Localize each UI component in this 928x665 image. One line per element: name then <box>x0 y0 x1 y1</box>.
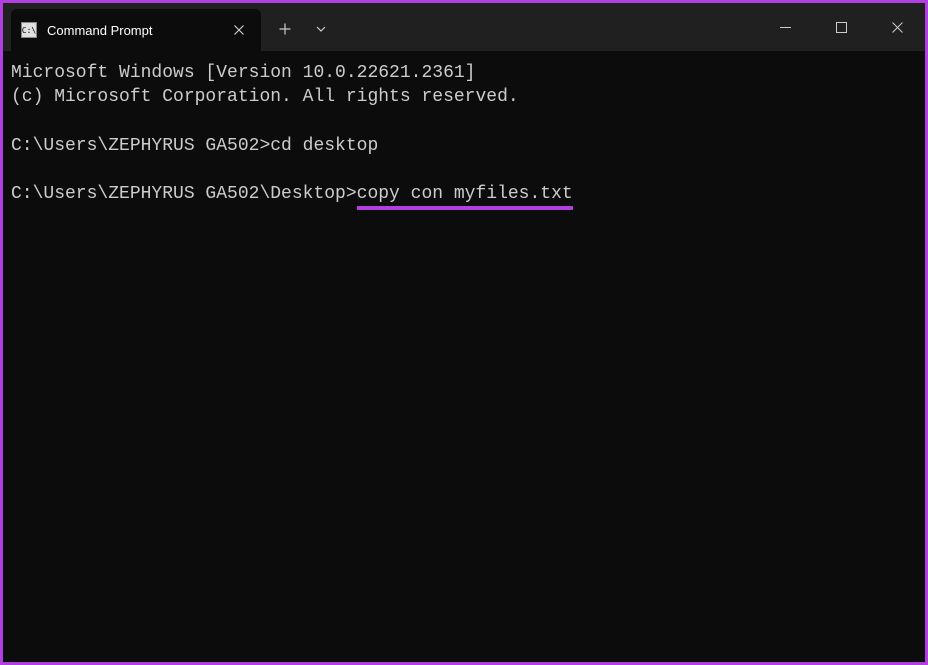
prompt-1: C:\Users\ZEPHYRUS GA502> <box>11 136 270 156</box>
cmd-icon: C:\ <box>21 22 37 38</box>
terminal-body[interactable]: Microsoft Windows [Version 10.0.22621.23… <box>3 51 925 662</box>
command-1: cd desktop <box>270 136 378 156</box>
new-tab-button[interactable] <box>267 11 303 47</box>
titlebar: C:\ Command Prompt <box>3 3 925 51</box>
tab-command-prompt[interactable]: C:\ Command Prompt <box>11 9 261 51</box>
titlebar-spacer <box>339 3 757 51</box>
close-icon <box>892 22 903 33</box>
prompt-2: C:\Users\ZEPHYRUS GA502\Desktop> <box>11 184 357 204</box>
chevron-down-icon <box>315 23 327 35</box>
maximize-button[interactable] <box>813 3 869 51</box>
header-line-1: Microsoft Windows [Version 10.0.22621.23… <box>11 63 475 83</box>
plus-icon <box>279 23 291 35</box>
minimize-icon <box>780 22 791 33</box>
tab-actions <box>267 7 339 51</box>
close-window-button[interactable] <box>869 3 925 51</box>
command-2: copy con myfiles.txt <box>357 184 573 210</box>
maximize-icon <box>836 22 847 33</box>
tab-title: Command Prompt <box>47 23 219 38</box>
minimize-button[interactable] <box>757 3 813 51</box>
tab-dropdown-button[interactable] <box>303 11 339 47</box>
window-controls <box>757 3 925 51</box>
close-icon <box>234 25 244 35</box>
header-line-2: (c) Microsoft Corporation. All rights re… <box>11 87 519 107</box>
close-tab-button[interactable] <box>229 20 249 40</box>
